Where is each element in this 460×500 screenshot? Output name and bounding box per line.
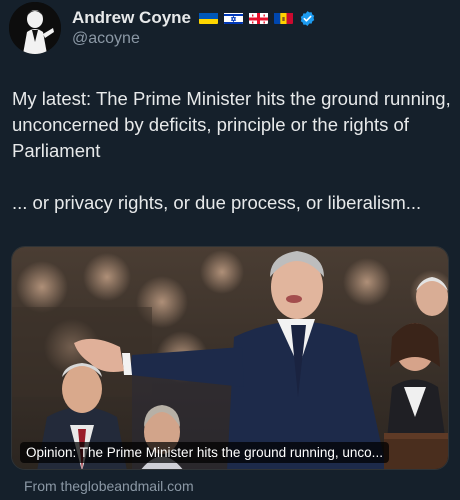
verified-badge-icon[interactable] [299,10,316,27]
author-name-row: Andrew Coyne [72,7,316,29]
georgia-flag-icon [249,12,269,24]
author-handle[interactable]: @acoyne [72,30,140,48]
author-avatar[interactable] [9,2,61,54]
flag-list [199,12,299,24]
tweet-paragraph-1: My latest: The Prime Minister hits the g… [12,88,456,161]
link-card-caption[interactable]: Opinion: The Prime Minister hits the gro… [20,442,389,463]
ukraine-flag-icon [199,12,219,24]
tweet-paragraph-2: ... or privacy rights, or due process, o… [12,192,422,213]
tweet-text: My latest: The Prime Minister hits the g… [12,86,452,216]
article-photo [12,247,448,469]
link-card[interactable]: Opinion: The Prime Minister hits the gro… [11,246,449,470]
caricature-avatar-icon [9,2,61,54]
author-display-name[interactable]: Andrew Coyne [72,8,191,28]
israel-flag-icon [224,12,244,24]
moldova-flag-icon [274,12,294,24]
link-card-source[interactable]: From theglobeandmail.com [24,478,194,494]
